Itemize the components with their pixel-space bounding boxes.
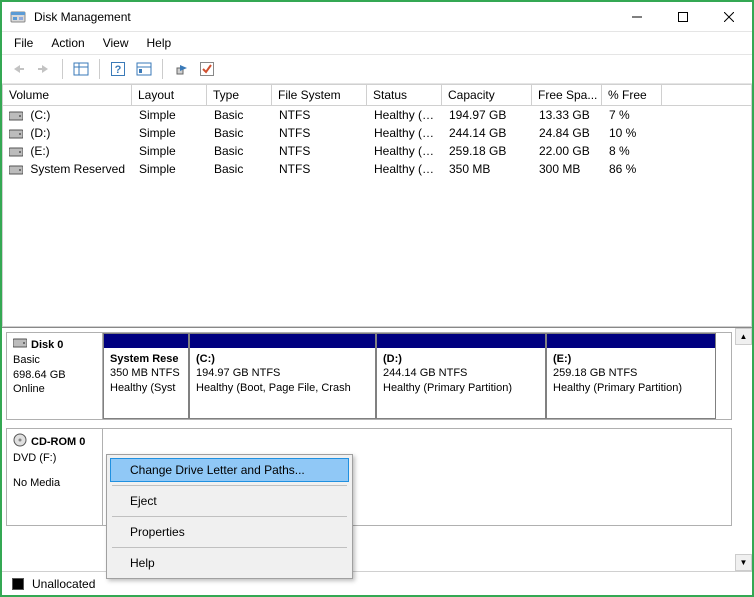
legend-swatch-unallocated	[12, 578, 24, 590]
partition-size: 194.97 GB NTFS	[196, 366, 369, 380]
column-header-extra[interactable]	[662, 84, 752, 106]
scroll-buttons: ▲ ▼	[735, 328, 752, 571]
partition-size: 259.18 GB NTFS	[553, 366, 709, 380]
toolbar-settings-icon[interactable]	[132, 57, 156, 81]
partition-body: System Rese350 MB NTFSHealthy (Syst	[104, 348, 188, 418]
disk-label: Disk 0 Basic 698.64 GB Online	[7, 333, 103, 419]
toolbar-separator	[162, 59, 163, 79]
partition-size: 244.14 GB NTFS	[383, 366, 539, 380]
partition-body: (C:)194.97 GB NTFSHealthy (Boot, Page Fi…	[190, 348, 375, 418]
column-header-capacity[interactable]: Capacity	[442, 84, 532, 106]
titlebar: Disk Management	[2, 2, 752, 32]
partition-name: (E:)	[553, 352, 709, 366]
toolbar-separator	[62, 59, 63, 79]
partition-header	[190, 334, 375, 348]
partition-status: Healthy (Primary Partition)	[383, 381, 539, 395]
disk-status: No Media	[13, 476, 96, 490]
volume-list-header: Volume Layout Type File System Status Ca…	[2, 84, 752, 106]
partition-size: 350 MB NTFS	[110, 366, 182, 380]
app-icon	[10, 9, 26, 25]
partition-header	[377, 334, 545, 348]
scroll-down-button[interactable]: ▼	[735, 554, 752, 571]
partition[interactable]: (C:)194.97 GB NTFSHealthy (Boot, Page Fi…	[189, 333, 376, 419]
volume-row[interactable]: (D:)SimpleBasicNTFSHealthy (P...244.14 G…	[3, 124, 751, 142]
menubar: File Action View Help	[2, 32, 752, 54]
partition-header	[547, 334, 715, 348]
context-menu-separator	[112, 485, 347, 486]
column-header-layout[interactable]: Layout	[132, 84, 207, 106]
scroll-up-button[interactable]: ▲	[735, 328, 752, 345]
drive-icon	[9, 146, 23, 158]
context-menu-separator	[112, 547, 347, 548]
partition-status: Healthy (Boot, Page File, Crash	[196, 381, 369, 395]
partition-body: (E:)259.18 GB NTFSHealthy (Primary Parti…	[547, 348, 715, 418]
disk-name: Disk 0	[13, 337, 96, 353]
column-header-volume[interactable]: Volume	[2, 84, 132, 106]
disk-row-disk0[interactable]: Disk 0 Basic 698.64 GB Online System Res…	[6, 332, 732, 420]
disk-label: CD-ROM 0 DVD (F:) No Media	[7, 429, 103, 525]
volume-list: Volume Layout Type File System Status Ca…	[2, 84, 752, 327]
toolbar-view-icon[interactable]	[69, 57, 93, 81]
menu-action[interactable]: Action	[43, 34, 92, 52]
toolbar-check-icon[interactable]	[195, 57, 219, 81]
context-menu-change-drive-letter[interactable]: Change Drive Letter and Paths...	[110, 458, 349, 482]
disk-type: DVD (F:)	[13, 451, 96, 465]
minimize-button[interactable]	[614, 2, 660, 32]
column-header-type[interactable]: Type	[207, 84, 272, 106]
window-title: Disk Management	[34, 10, 614, 24]
disk-name-text: CD-ROM 0	[31, 435, 85, 449]
menu-help[interactable]: Help	[139, 34, 180, 52]
toolbar-back-button[interactable]	[6, 57, 30, 81]
toolbar: ?	[2, 54, 752, 84]
partition-name: (D:)	[383, 352, 539, 366]
svg-text:?: ?	[115, 64, 122, 76]
partition-body: (D:)244.14 GB NTFSHealthy (Primary Parti…	[377, 348, 545, 418]
context-menu-eject[interactable]: Eject	[110, 489, 349, 513]
partition-name: System Rese	[110, 352, 182, 366]
partition[interactable]: (E:)259.18 GB NTFSHealthy (Primary Parti…	[546, 333, 716, 419]
toolbar-help-icon[interactable]: ?	[106, 57, 130, 81]
toolbar-forward-button[interactable]	[32, 57, 56, 81]
partition-header	[104, 334, 188, 348]
disk-status: Online	[13, 382, 96, 396]
drive-icon	[9, 110, 23, 122]
close-button[interactable]	[706, 2, 752, 32]
partition-name: (C:)	[196, 352, 369, 366]
toolbar-refresh-icon[interactable]	[169, 57, 193, 81]
maximize-button[interactable]	[660, 2, 706, 32]
context-menu: Change Drive Letter and Paths... Eject P…	[106, 454, 353, 579]
cdrom-icon	[13, 433, 27, 451]
menu-view[interactable]: View	[95, 34, 137, 52]
disk-partitions: System Rese350 MB NTFSHealthy (Syst(C:)1…	[103, 333, 731, 419]
column-header-percentfree[interactable]: % Free	[602, 84, 662, 106]
partition[interactable]: (D:)244.14 GB NTFSHealthy (Primary Parti…	[376, 333, 546, 419]
partition[interactable]: System Rese350 MB NTFSHealthy (Syst	[103, 333, 189, 419]
toolbar-separator	[99, 59, 100, 79]
partition-status: Healthy (Primary Partition)	[553, 381, 709, 395]
disk-type: Basic	[13, 353, 96, 367]
drive-icon	[9, 128, 23, 140]
context-menu-properties[interactable]: Properties	[110, 520, 349, 544]
legend-label-unallocated: Unallocated	[32, 577, 95, 591]
column-header-freespace[interactable]: Free Spa...	[532, 84, 602, 106]
disk-management-window: Disk Management File Action View Help ? …	[0, 0, 754, 597]
menu-file[interactable]: File	[6, 34, 41, 52]
volume-row[interactable]: System ReservedSimpleBasicNTFSHealthy (S…	[3, 160, 751, 178]
window-controls	[614, 2, 752, 32]
partition-status: Healthy (Syst	[110, 381, 182, 395]
drive-icon	[9, 164, 23, 176]
volume-row[interactable]: (E:)SimpleBasicNTFSHealthy (P...259.18 G…	[3, 142, 751, 160]
disk-name: CD-ROM 0	[13, 433, 96, 451]
volume-list-body[interactable]: (C:)SimpleBasicNTFSHealthy (B...194.97 G…	[2, 106, 752, 326]
column-header-status[interactable]: Status	[367, 84, 442, 106]
disk-size: 698.64 GB	[13, 368, 96, 382]
context-menu-separator	[112, 516, 347, 517]
disk-icon	[13, 337, 27, 353]
disk-name-text: Disk 0	[31, 338, 63, 352]
column-header-filesystem[interactable]: File System	[272, 84, 367, 106]
context-menu-help[interactable]: Help	[110, 551, 349, 575]
volume-row[interactable]: (C:)SimpleBasicNTFSHealthy (B...194.97 G…	[3, 106, 751, 124]
